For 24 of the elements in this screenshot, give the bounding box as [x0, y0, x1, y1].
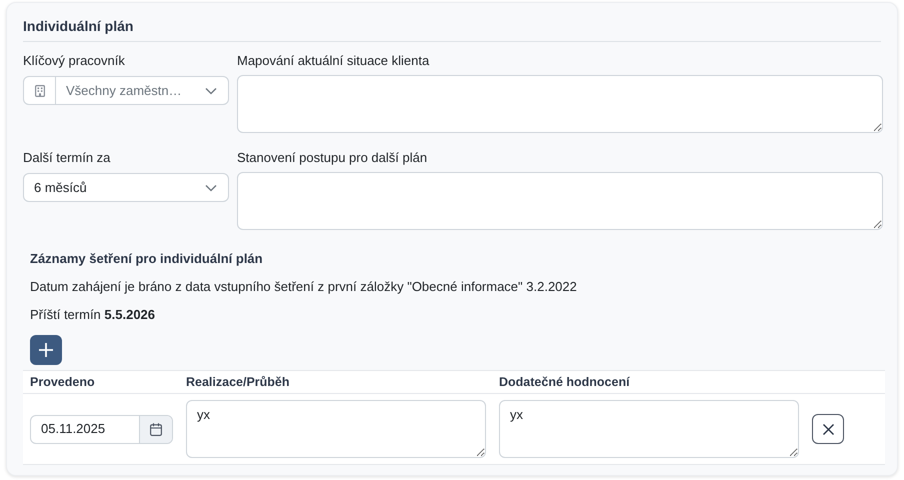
section-title: Individuální plán [23, 18, 134, 34]
close-icon [822, 424, 834, 434]
chevron-down-icon [205, 86, 217, 94]
add-button[interactable] [30, 335, 62, 365]
column-header: Realizace/Průběh [186, 375, 290, 390]
date-field[interactable]: 05.11.2025 [30, 414, 173, 444]
plus-icon [39, 343, 53, 357]
column-header: Provedeno [30, 375, 95, 390]
text-area[interactable]: yx [186, 400, 486, 458]
column-header: Dodatečné hodnocení [499, 375, 630, 390]
remove-button[interactable] [812, 414, 844, 444]
select-field[interactable]: Všechny zaměstn… [23, 76, 229, 105]
text-area[interactable]: yx [499, 400, 799, 458]
info-text: Datum zahájení je bráno z data vstupního šetření z první záložky "Obecné informace" 3.2.2022 [30, 278, 577, 296]
field-label: Stanovení postupu pro další plán [237, 149, 428, 167]
building-icon [34, 84, 44, 96]
section-heading: Záznamy šetření pro individuální plán [30, 250, 263, 268]
field-label: Klíčový pracovník [23, 52, 125, 70]
calendar-icon [150, 422, 162, 436]
chevron-down-icon [205, 184, 217, 192]
field-label: Další termín za [23, 149, 110, 167]
field-label: Mapování aktuální situace klienta [237, 52, 430, 70]
next-date-text: Příští termín 5.5.2026 [30, 306, 156, 324]
select-field[interactable]: 6 měsíců [23, 173, 229, 202]
